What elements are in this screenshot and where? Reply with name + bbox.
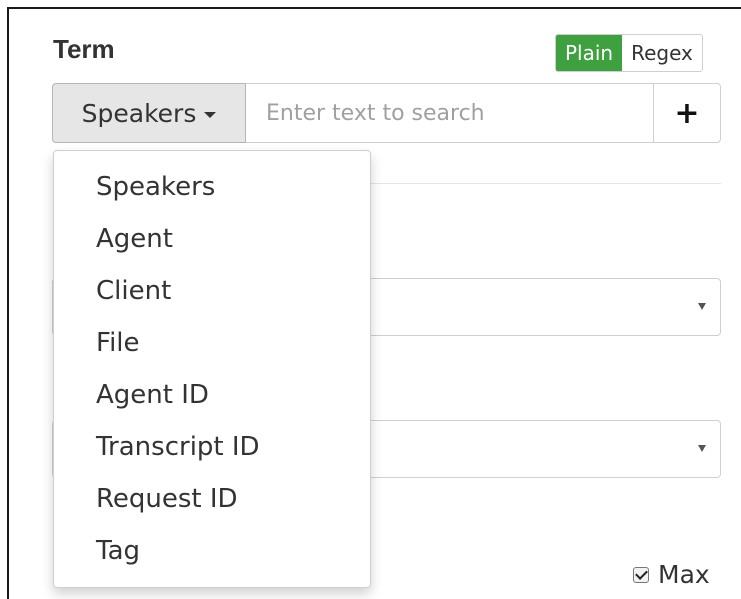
select-arrow-icon	[698, 303, 706, 310]
menu-item-agent[interactable]: Agent	[54, 213, 370, 265]
field-dropdown-menu: Speakers Agent Client File Agent ID Tran…	[53, 150, 371, 588]
search-input[interactable]	[246, 83, 654, 143]
menu-item-agent-id[interactable]: Agent ID	[54, 369, 370, 421]
max-option: Max	[633, 560, 710, 589]
max-label: Max	[658, 560, 710, 589]
regex-mode-button[interactable]: Regex	[622, 35, 702, 71]
add-term-button[interactable]: +	[653, 83, 721, 143]
menu-item-transcript-id[interactable]: Transcript ID	[54, 421, 370, 473]
section-divider	[370, 183, 721, 184]
search-input-group: Speakers +	[52, 83, 721, 143]
plain-mode-button[interactable]: Plain	[556, 35, 623, 71]
menu-item-file[interactable]: File	[54, 317, 370, 369]
plus-icon: +	[674, 95, 700, 131]
menu-item-client[interactable]: Client	[54, 265, 370, 317]
menu-item-tag[interactable]: Tag	[54, 525, 370, 577]
field-selector-label: Speakers	[81, 98, 197, 128]
select-arrow-icon	[698, 445, 706, 452]
menu-item-request-id[interactable]: Request ID	[54, 473, 370, 525]
menu-item-speakers[interactable]: Speakers	[54, 161, 370, 213]
max-checkbox[interactable]	[633, 566, 649, 583]
search-mode-toggle: Plain Regex	[555, 34, 703, 72]
term-heading: Term	[53, 34, 115, 64]
caret-down-icon	[204, 112, 217, 118]
field-selector-button[interactable]: Speakers	[52, 83, 246, 143]
